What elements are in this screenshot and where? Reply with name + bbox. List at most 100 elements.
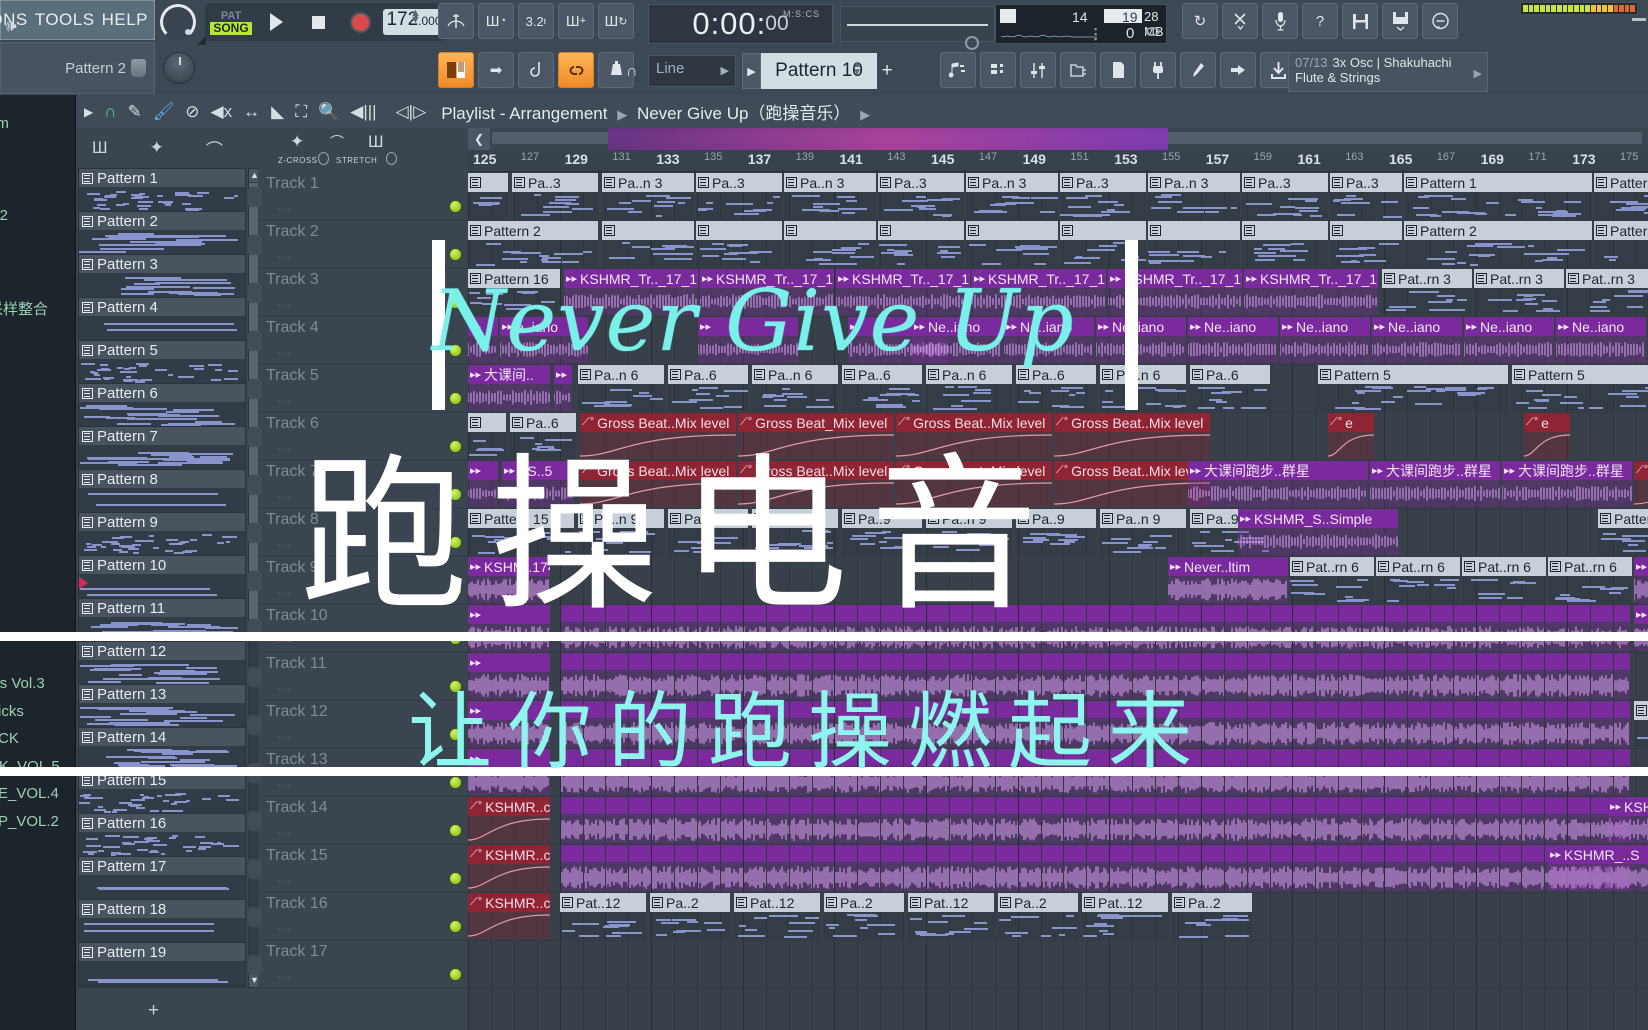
pattern-list-item[interactable]: Pattern 13 xyxy=(79,685,245,728)
playlist-clip[interactable]: ▸▸KSH.._04 xyxy=(1608,797,1648,843)
clip-header[interactable]: Pattern 5 xyxy=(1512,365,1648,384)
mic-icon[interactable] xyxy=(1262,3,1298,39)
tempo-spinner-icon[interactable]: ▲ ▼ xyxy=(410,8,421,26)
undo-icon[interactable]: ↻ xyxy=(1182,3,1218,39)
browser-item-1[interactable]: l. 2 xyxy=(0,207,8,224)
clip-header[interactable] xyxy=(602,221,694,240)
scroll-left-icon[interactable]: ❮ xyxy=(468,128,490,150)
browser-panel[interactable]: um l. 2 采样整合 als Vol.3 Kicks ACK CK_VOL.… xyxy=(0,95,76,1030)
clip-header[interactable]: ▸▸ Ne..iano xyxy=(1372,317,1462,336)
track-name[interactable]: Track 5 xyxy=(266,367,319,385)
track-grip[interactable] xyxy=(248,859,262,879)
piano-roll-icon[interactable] xyxy=(940,52,976,88)
track-menu-icon[interactable]: ... xyxy=(278,198,292,213)
pattern-song-toggle[interactable]: PAT SONG xyxy=(207,5,255,39)
clip-header[interactable]: ▸▸ Ne..iano xyxy=(1280,317,1370,336)
clip-header[interactable]: Pa..n 3 xyxy=(784,173,876,192)
clip-header[interactable]: Pa..2 xyxy=(650,893,730,912)
track-name[interactable]: Track 11 xyxy=(266,655,326,673)
browser-icon[interactable] xyxy=(1060,52,1096,88)
slip-icon[interactable]: ↔ xyxy=(243,102,260,122)
help-icon[interactable]: ? xyxy=(1302,3,1338,39)
preset-chevron-icon[interactable]: ▶ xyxy=(1474,67,1482,80)
pattern-list-item[interactable]: Pattern 12 xyxy=(79,642,245,685)
curve-icon[interactable] xyxy=(518,52,554,88)
playlist-clip[interactable]: Pa..n 3 xyxy=(602,173,694,219)
loop-record-icon[interactable]: Ш ↻ xyxy=(598,3,634,39)
track-menu-icon[interactable]: ... xyxy=(278,294,292,309)
clip-header[interactable]: Pa..2 xyxy=(998,893,1078,912)
pattern-list-item[interactable]: Pattern 5 xyxy=(79,341,245,384)
clip-header[interactable]: Pattern 9 xyxy=(1598,509,1648,528)
clip-header[interactable]: Pat..rn 6 xyxy=(1376,557,1460,576)
playlist-clip[interactable]: ▸▸ Ne..iano xyxy=(1464,317,1554,363)
clip-header[interactable]: ▸▸ Ne..iano xyxy=(1464,317,1554,336)
pattern-list-item[interactable]: Pattern 4 xyxy=(79,298,245,341)
track-enable-led[interactable] xyxy=(449,920,462,933)
piano-icon[interactable]: Ш xyxy=(92,138,108,158)
playlist-overview[interactable]: ❮ xyxy=(468,128,1648,150)
clip-header[interactable] xyxy=(696,221,782,240)
save-icon[interactable] xyxy=(1342,3,1378,39)
preview-icon[interactable]: ◁|▷ xyxy=(396,102,427,122)
pattern-list-item[interactable]: Pattern 1 xyxy=(79,169,245,212)
clip-header[interactable]: ▸▸KSH..75 xyxy=(1634,557,1648,576)
track-menu-icon[interactable]: ... xyxy=(278,534,292,549)
track-menu-icon[interactable]: ... xyxy=(278,726,292,741)
master-pitch-knob[interactable] xyxy=(163,52,195,84)
playlist-clip[interactable]: ⟋°KSHMR..ch xyxy=(468,893,550,939)
clip-header[interactable]: Pat..rn 6 xyxy=(1290,557,1374,576)
track-menu-icon[interactable]: ... xyxy=(278,246,292,261)
playlist-clip[interactable]: Pa..2 xyxy=(998,893,1078,939)
playlist-clip[interactable] xyxy=(878,221,964,267)
clip-header[interactable]: ▸▸KSHMR_Tr.._17_174 xyxy=(1244,269,1378,288)
track-name[interactable]: Track 1 xyxy=(266,175,319,193)
track-row[interactable]: Track 15... xyxy=(248,845,468,893)
playlist-clip[interactable] xyxy=(1148,221,1240,267)
playlist-clip[interactable]: ▸▸ KSHMR_S..Simple xyxy=(1238,509,1398,555)
clip-header[interactable]: Pa..3 xyxy=(1242,173,1328,192)
playlist-clip[interactable]: Pattern 2 xyxy=(468,221,598,267)
playlist-clip[interactable]: Pat..rn 6 xyxy=(1548,557,1632,603)
track-menu-icon[interactable]: ... xyxy=(278,822,292,837)
master-volume-knob[interactable] xyxy=(160,4,196,40)
track-grip[interactable] xyxy=(248,907,262,927)
clip-header[interactable] xyxy=(784,221,876,240)
track-name[interactable]: Track 3 xyxy=(266,271,319,289)
clip-header[interactable]: ▸▸KSH.._04 xyxy=(1608,797,1648,816)
zoom-icon[interactable]: 🔍 xyxy=(318,102,339,122)
pattern-list-item[interactable]: Pattern 18 xyxy=(79,900,245,943)
link-icon[interactable] xyxy=(558,52,594,88)
paint-icon[interactable]: 🖌 xyxy=(153,102,175,122)
cut-icon[interactable] xyxy=(1222,3,1258,39)
clip-header[interactable] xyxy=(1242,221,1328,240)
pattern-list-item[interactable]: Pattern 2 xyxy=(79,212,245,255)
pattern-list-item[interactable]: Pattern 15 xyxy=(79,771,245,814)
track-name[interactable]: Track 16 xyxy=(266,895,328,913)
track-grip[interactable] xyxy=(248,475,262,495)
clip-header[interactable]: Pat..rn 6 xyxy=(1548,557,1632,576)
track-grip[interactable] xyxy=(248,379,262,399)
track-name[interactable]: Track 4 xyxy=(266,319,319,337)
stretch-knob[interactable] xyxy=(386,152,397,165)
playlist-clip[interactable]: ⟋° Gross Beat..Mix level xyxy=(1054,461,1210,507)
playlist-clip[interactable]: Pattern 2 xyxy=(1404,221,1592,267)
browser-speaker-icon[interactable]: 🕪 xyxy=(6,16,32,42)
pattern-spinner-icon[interactable]: ▲ ▼ xyxy=(852,60,862,78)
record-button[interactable] xyxy=(339,5,381,39)
pattern-list-item[interactable]: Pattern 14 xyxy=(79,728,245,771)
stop-button[interactable] xyxy=(297,5,339,39)
step-edit-icon[interactable]: ➡ xyxy=(478,52,514,88)
time-display[interactable]: 0:00:00 M:S:CS xyxy=(648,4,833,44)
clip-header[interactable]: Pa..3 xyxy=(696,173,782,192)
clip-header[interactable]: Pat..rn 6 xyxy=(1634,701,1648,720)
pattern-selector[interactable]: ▶ Pattern 10 ▲ ▼ + xyxy=(742,53,897,89)
playlist-clip[interactable]: ▸▸ 大课间跑步..群星 xyxy=(1370,461,1500,507)
playlist-clip[interactable]: Pa..6 xyxy=(1190,365,1270,411)
track-menu-icon[interactable]: ... xyxy=(278,774,292,789)
playlist-clip[interactable]: Pa..3 xyxy=(1330,173,1402,219)
playlist-clip[interactable]: Pat..12 xyxy=(1082,893,1168,939)
clip-header[interactable]: ▸▸ Ne..iano xyxy=(1556,317,1646,336)
playlist-clip[interactable]: Pa..3 xyxy=(512,173,598,219)
zcross-knob[interactable] xyxy=(318,152,329,165)
